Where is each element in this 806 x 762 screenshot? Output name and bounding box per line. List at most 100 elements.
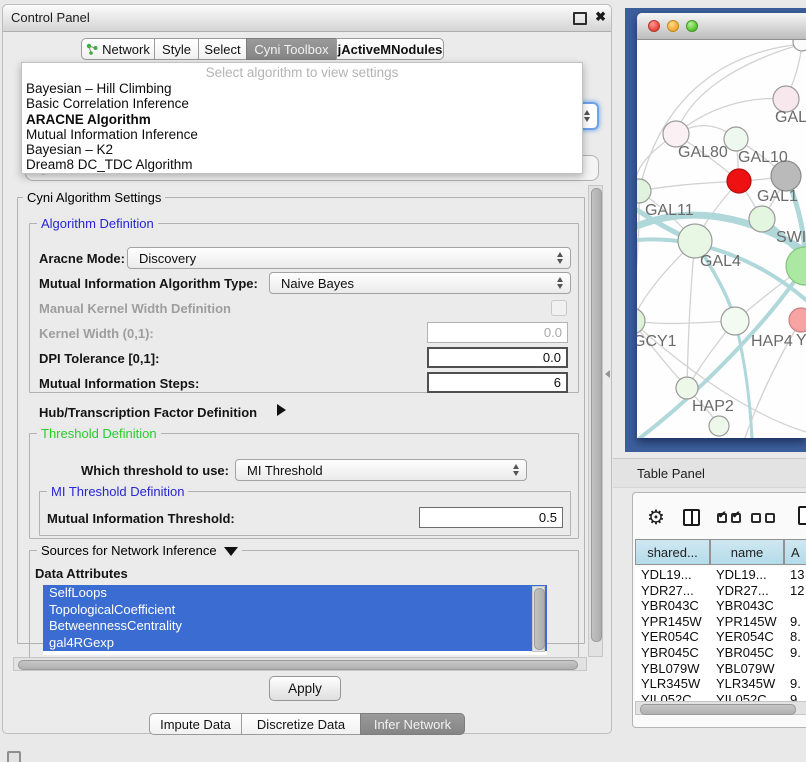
mi-type-select[interactable]: Naive Bayes [269, 272, 571, 294]
node-bottom-partial[interactable] [709, 416, 729, 436]
attribute-item-selected[interactable]: SelfLoops [43, 585, 547, 602]
table-horizontal-thumb[interactable] [640, 704, 796, 715]
minimize-traffic-light-icon[interactable] [667, 20, 679, 32]
cell-value: 9. [784, 676, 806, 692]
attributes-scrollbar-thumb[interactable] [534, 588, 545, 650]
aracne-mode-select[interactable]: Discovery [127, 247, 571, 269]
node-top-partial[interactable] [793, 40, 806, 51]
algorithm-option[interactable]: Bayesian – Hill Climbing [22, 81, 582, 96]
export-table-icon[interactable] [798, 506, 806, 525]
cell-name: YPR145W [710, 614, 784, 630]
cell-value [784, 598, 806, 614]
network-window-titlebar[interactable] [637, 13, 806, 40]
algorithm-option[interactable]: Bayesian – K2 [22, 142, 582, 157]
table-row[interactable]: YLR345W YLR345W 9. [635, 676, 806, 692]
split-columns-icon[interactable] [683, 509, 700, 526]
network-node-labels: GAL7 GAL80 GAL10 GAL1 GAL11 GAL4 SWI4 GC… [637, 109, 806, 415]
tab-select-label: Select [204, 42, 240, 57]
table-row[interactable]: YBR045C YBR045C 9. [635, 645, 806, 661]
dpi-tolerance-input[interactable]: 0.0 [427, 347, 568, 368]
algorithm-option[interactable]: Basic Correlation Inference [22, 96, 582, 111]
cell-value: 8. [784, 629, 806, 645]
kernel-width-input[interactable]: 0.0 [427, 322, 568, 343]
tab-impute-data[interactable]: Impute Data [149, 713, 242, 735]
node-red-selected[interactable] [727, 169, 751, 193]
mi-steps-input[interactable]: 6 [427, 372, 568, 393]
algorithm-option[interactable]: ARACNE Algorithm [22, 112, 582, 127]
column-header-label: A [791, 545, 800, 560]
table-row[interactable]: YBL079W YBL079W [635, 661, 806, 677]
sources-collapse-arrow-icon[interactable] [224, 547, 238, 556]
float-window-icon[interactable] [573, 12, 587, 25]
table-row[interactable]: YDL19... YDL19... 13 [635, 567, 806, 583]
algorithm-option[interactable]: Mutual Information Inference [22, 127, 582, 142]
algorithm-option[interactable]: Dream8 DC_TDC Algorithm [22, 157, 582, 172]
manual-kernel-checkbox[interactable] [551, 300, 567, 316]
tab-network[interactable]: Network [81, 38, 155, 60]
gear-icon[interactable]: ⚙ [647, 505, 665, 530]
control-panel-titlebar[interactable]: Control Panel ✖ [3, 5, 611, 32]
node-pink-right[interactable] [789, 308, 806, 332]
close-traffic-light-icon[interactable] [648, 20, 660, 32]
settings-vertical-scrollbar[interactable] [588, 185, 603, 657]
settings-horizontal-thumb[interactable] [18, 660, 578, 670]
attribute-item-selected[interactable]: TopologicalCoefficient [43, 602, 547, 619]
cell-name: YBR043C [710, 598, 784, 614]
table-row[interactable]: YPR145W YPR145W 9. [635, 614, 806, 630]
mi-type-value: Naive Bayes [281, 276, 354, 291]
node-hap2[interactable] [676, 377, 698, 399]
tab-discretize-data[interactable]: Discretize Data [241, 713, 361, 735]
settings-horizontal-scrollbar[interactable] [13, 657, 587, 671]
label-y-partial: Y [796, 332, 806, 349]
label-gal7: GAL7 [775, 109, 806, 126]
network-view-panel: GAL7 GAL80 GAL10 GAL1 GAL11 GAL4 SWI4 GC… [625, 8, 806, 452]
manual-kernel-label: Manual Kernel Width Definition [39, 301, 231, 316]
splitter-handle[interactable] [605, 370, 610, 378]
panel-title: Control Panel [11, 5, 90, 31]
column-header-name[interactable]: name [710, 539, 784, 565]
tab-style[interactable]: Style [154, 38, 199, 60]
minimized-panel-icon[interactable] [7, 751, 21, 762]
which-threshold-label: Which threshold to use: [39, 463, 229, 478]
cell-name: YER054C [710, 629, 784, 645]
label-hap2: HAP2 [692, 398, 734, 415]
cell-value: 9. [784, 692, 806, 701]
attribute-item-selected[interactable]: BetweennessCentrality [43, 618, 547, 635]
table-row[interactable]: YER054C YER054C 8. [635, 629, 806, 645]
column-header-partial[interactable]: A [784, 539, 806, 565]
deselect-all-columns-icon[interactable] [751, 513, 775, 523]
table-row[interactable]: YDR27... YDR27... 12 [635, 583, 806, 599]
attributes-scrollbar[interactable] [532, 586, 545, 652]
table-horizontal-scrollbar[interactable] [635, 701, 806, 715]
table-panel-title: Table Panel [637, 466, 705, 481]
table-row[interactable]: YIL052C YIL052C 9. [635, 692, 806, 701]
tab-infer-network[interactable]: Infer Network [360, 713, 465, 735]
table-row[interactable]: YBR043C YBR043C [635, 598, 806, 614]
algorithm-option-list: Bayesian – Hill Climbing Basic Correlati… [22, 81, 582, 173]
which-threshold-select[interactable]: MI Threshold [235, 459, 527, 481]
tab-cyni-toolbox[interactable]: Cyni Toolbox [246, 38, 337, 60]
node-big-green[interactable] [786, 247, 806, 285]
close-icon[interactable]: ✖ [595, 9, 606, 25]
node-left-mid[interactable] [637, 179, 651, 203]
table-panel-header: Table Panel [613, 458, 806, 488]
tab-select[interactable]: Select [198, 38, 247, 60]
settings-vertical-thumb[interactable] [591, 188, 602, 642]
network-canvas[interactable]: GAL7 GAL80 GAL10 GAL1 GAL11 GAL4 SWI4 GC… [637, 40, 806, 438]
hub-expander-arrow-icon[interactable] [277, 404, 286, 416]
table-window: ⚙ ✔✔ shared... name A [632, 492, 806, 728]
zoom-traffic-light-icon[interactable] [686, 20, 698, 32]
tab-jactivemnodules[interactable]: jActiveMNodules [336, 38, 444, 60]
aracne-mode-label: Aracne Mode: [39, 251, 125, 266]
column-header-shared-name[interactable]: shared... [635, 539, 710, 565]
algorithm-dropdown-popup: Select algorithm to view settings Bayesi… [21, 62, 583, 174]
select-all-columns-icon[interactable]: ✔✔ [717, 513, 741, 523]
node-gcy1[interactable] [637, 308, 645, 334]
mi-threshold-input[interactable]: 0.5 [419, 507, 563, 528]
cell-shared-name: YER054C [635, 629, 710, 645]
attribute-item-selected[interactable]: gal4RGexp [43, 635, 547, 652]
node-hap4[interactable] [721, 307, 749, 335]
apply-button[interactable]: Apply [269, 676, 341, 701]
apply-button-label: Apply [288, 681, 322, 696]
node-gal1[interactable] [749, 206, 775, 232]
